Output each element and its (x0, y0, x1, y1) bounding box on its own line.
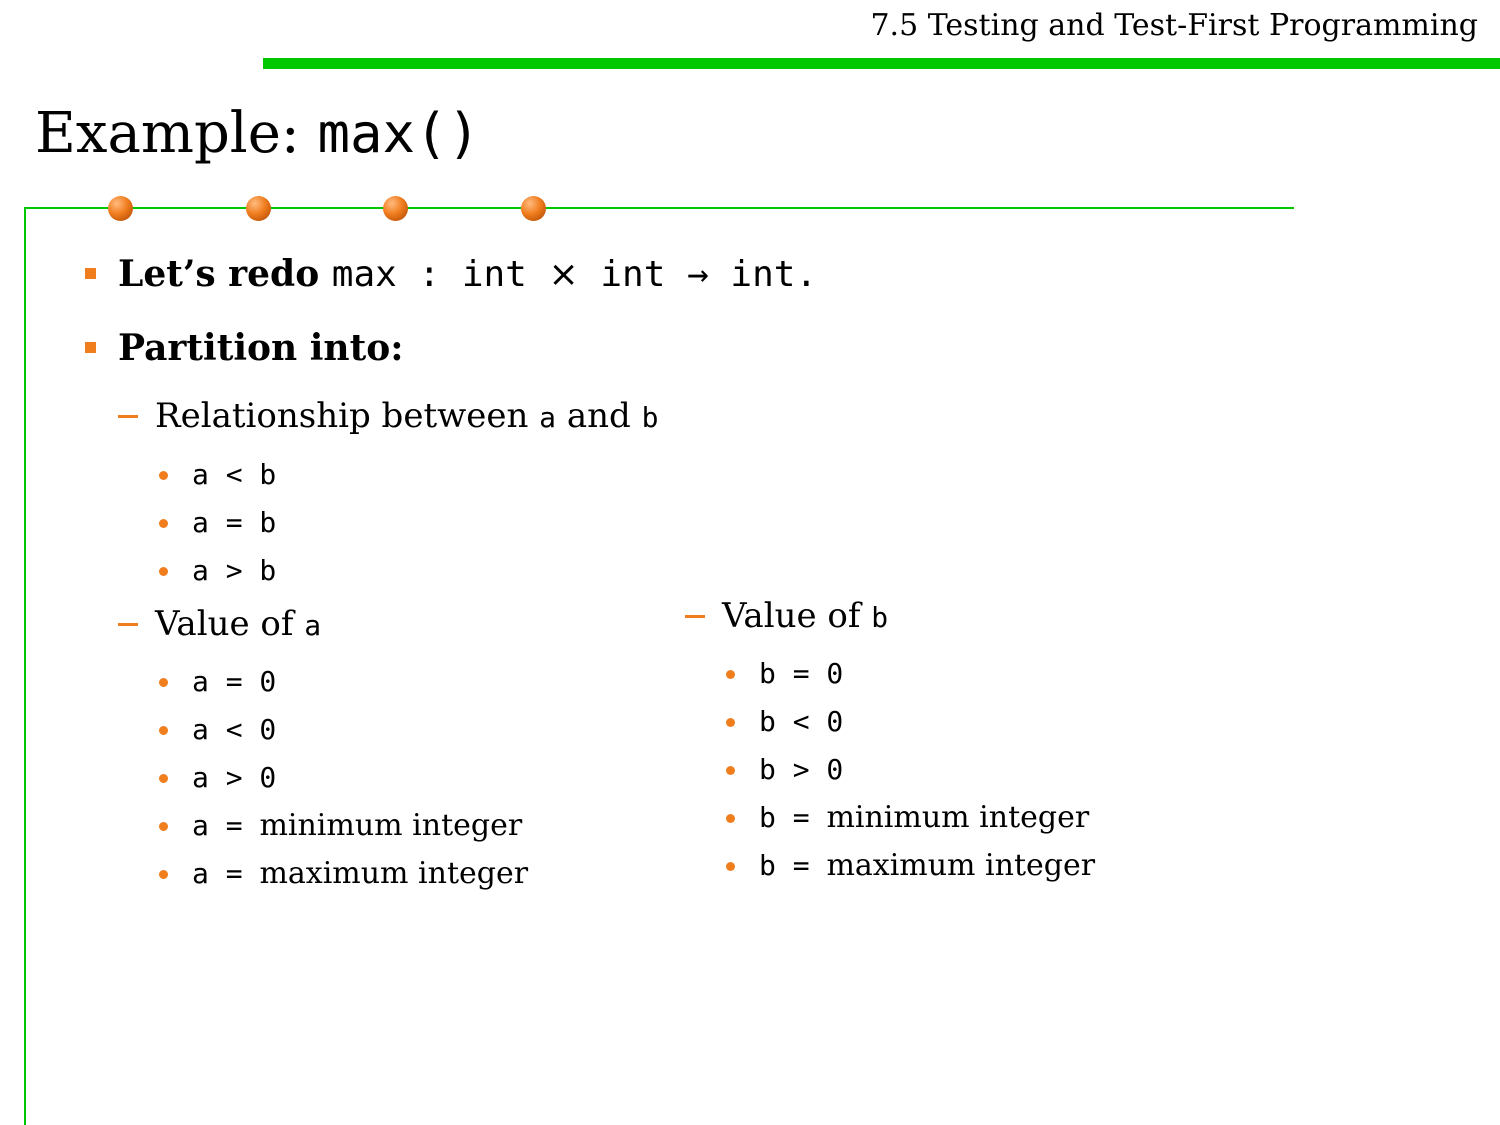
sub-bullet-text: Value of (722, 596, 872, 636)
item-code: b = (759, 849, 827, 882)
var-a: a (304, 609, 322, 642)
item-text: maximum integer (259, 856, 529, 891)
list-item: a > 0 (159, 761, 277, 794)
list-item: a = maximum integer (159, 856, 529, 891)
bullet-partition: Partition into: (85, 327, 404, 369)
dash-bullet-icon (118, 623, 138, 626)
signature-code: max : int (331, 254, 549, 295)
slide-title-text: Example: (35, 101, 318, 166)
list-item: b = minimum integer (726, 800, 1090, 835)
list-item: a = 0 (159, 665, 277, 698)
item-text: minimum integer (826, 800, 1090, 835)
item-code: a = (192, 857, 260, 890)
bullet-text: Let’s redo (118, 253, 332, 295)
item-code: a = (192, 809, 260, 842)
item-text: maximum integer (826, 848, 1096, 883)
header-bar (263, 58, 1500, 69)
square-bullet-icon (85, 342, 96, 353)
dot-bullet-icon (159, 518, 168, 528)
dot-bullet-icon (159, 470, 168, 480)
var-b: b (871, 601, 889, 634)
dot-bullet-icon (159, 677, 168, 687)
times-symbol: × (548, 254, 579, 295)
item-text: b < 0 (759, 705, 844, 738)
sub-bullet-value-a: Value of a (118, 604, 322, 644)
list-item: b < 0 (726, 705, 844, 738)
signature-code: int → int. (578, 254, 818, 295)
list-item: a = b (159, 506, 277, 539)
sub-bullet-text: and (556, 396, 642, 436)
item-text: a = 0 (192, 665, 277, 698)
var-a: a (539, 401, 557, 434)
orange-ball-icon (108, 196, 133, 221)
list-item: a > b (159, 554, 277, 587)
slide-title: Example: max() (35, 100, 480, 167)
dot-bullet-icon (159, 821, 168, 831)
sub-bullet-text: Value of (155, 604, 305, 644)
slide-title-code: max() (317, 102, 481, 165)
dot-bullet-icon (726, 669, 735, 679)
list-item: b = maximum integer (726, 848, 1096, 883)
orange-ball-icon (246, 196, 271, 221)
frame-top-line (24, 207, 1294, 209)
dot-bullet-icon (726, 765, 735, 775)
item-text: a < 0 (192, 713, 277, 746)
dot-bullet-icon (726, 861, 735, 871)
dot-bullet-icon (159, 725, 168, 735)
dash-bullet-icon (685, 615, 705, 618)
square-bullet-icon (85, 268, 96, 279)
orange-ball-icon (521, 196, 546, 221)
sub-bullet-text: Relationship between (155, 396, 540, 436)
item-text: a < b (192, 458, 277, 491)
dot-bullet-icon (159, 566, 168, 576)
sub-bullet-value-b: Value of b (685, 596, 889, 636)
list-item: a < b (159, 458, 277, 491)
item-text: a = b (192, 506, 277, 539)
item-text: b > 0 (759, 753, 844, 786)
dot-bullet-icon (726, 717, 735, 727)
sub-bullet-relationship: Relationship between a and b (118, 396, 659, 436)
item-text: a > 0 (192, 761, 277, 794)
dot-bullet-icon (726, 813, 735, 823)
bullet-redo-max: Let’s redo max : int × int → int. (85, 253, 818, 295)
var-b: b (641, 401, 659, 434)
dash-bullet-icon (118, 415, 138, 418)
dot-bullet-icon (159, 773, 168, 783)
item-code: b = (759, 801, 827, 834)
list-item: a < 0 (159, 713, 277, 746)
frame-left-line (24, 207, 26, 1125)
dot-bullet-icon (159, 869, 168, 879)
orange-ball-icon (383, 196, 408, 221)
item-text: a > b (192, 554, 277, 587)
item-text: b = 0 (759, 657, 844, 690)
item-text: minimum integer (259, 808, 523, 843)
bullet-text: Partition into: (118, 327, 404, 369)
header-title: 7.5 Testing and Test-First Programming (870, 8, 1478, 43)
list-item: b = 0 (726, 657, 844, 690)
list-item: b > 0 (726, 753, 844, 786)
list-item: a = minimum integer (159, 808, 523, 843)
